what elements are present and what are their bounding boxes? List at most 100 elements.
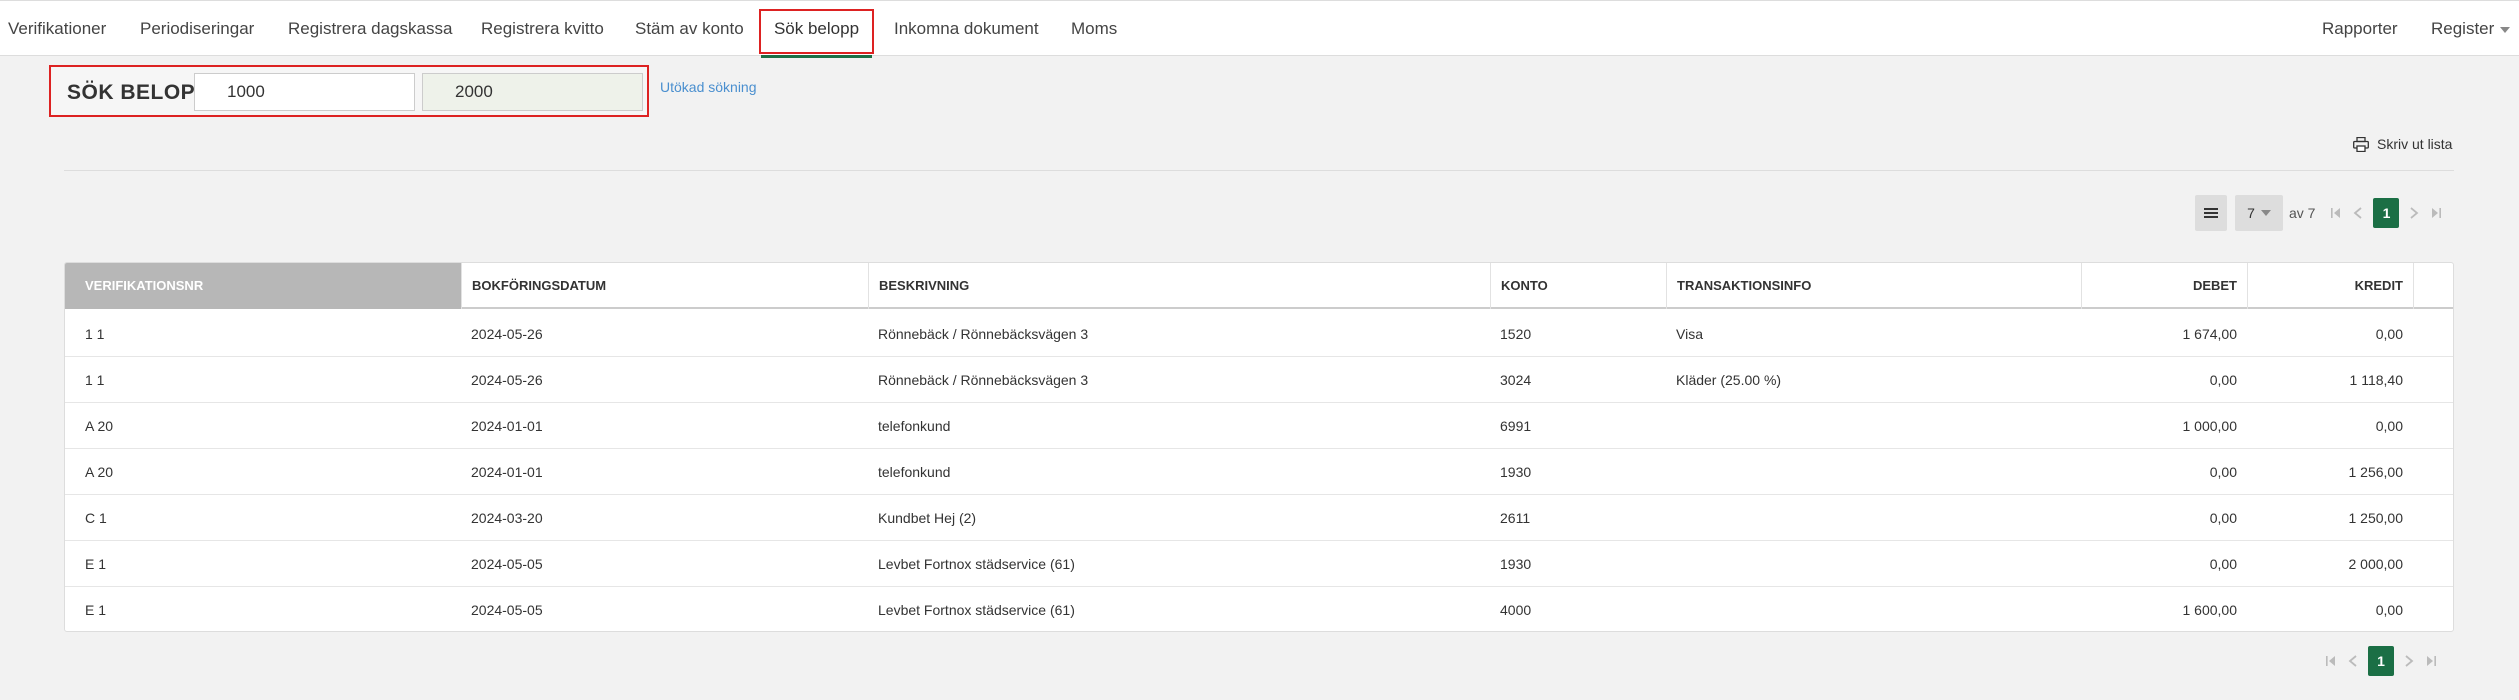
last-page-button[interactable] — [2425, 198, 2447, 228]
column-header-bokforingsdatum[interactable]: BOKFÖRINGSDATUM — [461, 263, 868, 309]
tab-inkomna-dokument[interactable]: Inkomna dokument — [894, 1, 1039, 57]
cell-konto: 1930 — [1500, 464, 1532, 480]
printer-icon — [2353, 136, 2369, 152]
tab-registrera-kvitto[interactable]: Registrera kvitto — [481, 1, 604, 57]
cell-kredit: 1 250,00 — [2348, 510, 2404, 526]
toolbar-divider — [64, 170, 2454, 171]
advanced-search-link[interactable]: Utökad sökning — [660, 79, 757, 95]
cell-kredit: 0,00 — [2375, 602, 2403, 618]
cell-bokforingsdatum: 2024-01-01 — [471, 418, 543, 434]
cell-transaktionsinfo — [1676, 587, 2081, 631]
tab-periodiseringar[interactable]: Periodiseringar — [140, 1, 254, 57]
cell-beskrivning: telefonkund — [878, 418, 951, 434]
first-page-button[interactable] — [2325, 198, 2347, 228]
amount-to-input[interactable] — [422, 73, 643, 111]
cell-debet: 1 000,00 — [2182, 418, 2238, 434]
current-page-button[interactable]: 1 — [2368, 646, 2394, 676]
cell-kredit: 0,00 — [2375, 326, 2403, 342]
search-title: SÖK BELOPP — [67, 81, 210, 104]
cell-verifikationsnr: E 1 — [85, 602, 107, 618]
column-header-transaktionsinfo[interactable]: TRANSAKTIONSINFO — [1666, 263, 2081, 309]
last-page-icon — [2427, 656, 2436, 666]
cell-beskrivning: Rönnebäck / Rönnebäcksvägen 3 — [878, 372, 1089, 388]
print-list-label: Skriv ut lista — [2377, 136, 2453, 152]
results-table: VERIFIKATIONSNR BOKFÖRINGSDATUM BESKRIVN… — [64, 262, 2454, 632]
cell-kredit: 0,00 — [2375, 418, 2403, 434]
cell-debet: 1 674,00 — [2182, 326, 2238, 342]
first-page-icon — [2326, 656, 2335, 666]
cell-bokforingsdatum: 2024-05-26 — [471, 326, 543, 342]
register-menu-label: Register — [2431, 19, 2495, 38]
cell-verifikationsnr: 1 1 — [85, 372, 105, 388]
list-icon — [2204, 208, 2218, 218]
register-menu[interactable]: Register — [2431, 1, 2511, 57]
column-header-spacer — [2413, 263, 2453, 309]
page-count-label: av 7 — [2289, 205, 2316, 221]
top-navigation: Verifikationer Periodiseringar Registrer… — [0, 0, 2519, 58]
cell-transaktionsinfo — [1676, 495, 2081, 541]
tab-registrera-dagskassa[interactable]: Registrera dagskassa — [288, 1, 452, 57]
table-row[interactable]: A 20 2024-01-01 telefonkund 1930 0,00 1 256,0… — [65, 449, 2453, 495]
table-header: VERIFIKATIONSNR BOKFÖRINGSDATUM BESKRIVN… — [65, 263, 2453, 309]
table-row[interactable]: C 1 2024-03-20 Kundbet Hej (2) 2611 0,00 1 25… — [65, 495, 2453, 541]
table-row[interactable]: E 1 2024-05-05 Levbet Fortnox städservice … — [65, 587, 2453, 631]
amount-search-panel: SÖK BELOPP — [49, 65, 649, 117]
column-header-konto[interactable]: KONTO — [1490, 263, 1666, 309]
first-page-icon — [2331, 208, 2341, 218]
chevron-right-icon — [2405, 655, 2414, 667]
list-view-button[interactable] — [2195, 195, 2227, 231]
chevron-left-icon — [2348, 655, 2357, 667]
cell-transaktionsinfo — [1676, 541, 2081, 587]
next-page-button[interactable] — [2403, 198, 2425, 228]
column-header-debet[interactable]: DEBET — [2081, 263, 2247, 309]
cell-beskrivning: Rönnebäck / Rönnebäcksvägen 3 — [878, 326, 1089, 342]
last-page-button[interactable] — [2420, 646, 2442, 676]
cell-verifikationsnr: A 20 — [85, 418, 114, 434]
active-tab-indicator — [761, 55, 872, 58]
cell-transaktionsinfo: Visa — [1676, 326, 1703, 342]
cell-bokforingsdatum: 2024-03-20 — [471, 510, 543, 526]
last-page-icon — [2432, 208, 2442, 218]
cell-verifikationsnr: E 1 — [85, 556, 107, 572]
cell-konto: 1930 — [1500, 556, 1532, 572]
print-list-button[interactable]: Skriv ut lista — [2353, 136, 2452, 152]
cell-beskrivning: Levbet Fortnox städservice (61) — [878, 602, 1075, 618]
tab-sok-belopp[interactable]: Sök belopp — [761, 1, 872, 58]
tab-verifikationer[interactable]: Verifikationer — [8, 1, 106, 57]
page-size-select[interactable]: 7 — [2235, 195, 2283, 231]
table-row[interactable]: A 20 2024-01-01 telefonkund 6991 1 000,00 0,0… — [65, 403, 2453, 449]
previous-page-button[interactable] — [2342, 646, 2364, 676]
amount-from-input[interactable] — [194, 73, 415, 111]
pagination-top: 7 av 7 1 — [2195, 195, 2447, 231]
current-page-button[interactable]: 1 — [2373, 198, 2400, 228]
cell-kredit: 2 000,00 — [2348, 556, 2404, 572]
cell-konto: 3024 — [1500, 372, 1532, 388]
first-page-button[interactable] — [2320, 646, 2342, 676]
rapporter-menu[interactable]: Rapporter — [2322, 1, 2398, 57]
cell-kredit: 1 256,00 — [2348, 464, 2404, 480]
cell-konto: 4000 — [1500, 602, 1532, 618]
chevron-down-icon — [2500, 26, 2511, 33]
column-header-verifikationsnr[interactable]: VERIFIKATIONSNR — [65, 263, 461, 309]
column-header-beskrivning[interactable]: BESKRIVNING — [868, 263, 1490, 309]
column-header-kredit[interactable]: KREDIT — [2247, 263, 2413, 309]
next-page-button[interactable] — [2398, 646, 2420, 676]
table-row[interactable]: 1 1 2024-05-26 Rönnebäck / Rönnebäcksvägen… — [65, 357, 2453, 403]
cell-bokforingsdatum: 2024-05-05 — [471, 602, 543, 618]
cell-verifikationsnr: A 20 — [85, 464, 114, 480]
previous-page-button[interactable] — [2347, 198, 2369, 228]
cell-transaktionsinfo — [1676, 403, 2081, 449]
tab-stam-av-konto[interactable]: Stäm av konto — [635, 1, 744, 57]
cell-transaktionsinfo — [1676, 449, 2081, 495]
cell-verifikationsnr: 1 1 — [85, 326, 105, 342]
cell-konto: 6991 — [1500, 418, 1532, 434]
table-row[interactable]: E 1 2024-05-05 Levbet Fortnox städservice … — [65, 541, 2453, 587]
cell-bokforingsdatum: 2024-05-26 — [471, 372, 543, 388]
cell-transaktionsinfo: Kläder (25.00 %) — [1676, 372, 1782, 388]
cell-debet: 0,00 — [2209, 510, 2237, 526]
cell-beskrivning: Kundbet Hej (2) — [878, 510, 977, 526]
chevron-right-icon — [2410, 207, 2419, 219]
cell-debet: 1 600,00 — [2182, 602, 2238, 618]
table-row[interactable]: 1 1 2024-05-26 Rönnebäck / Rönnebäcksvägen… — [65, 311, 2453, 357]
tab-moms[interactable]: Moms — [1071, 1, 1117, 57]
